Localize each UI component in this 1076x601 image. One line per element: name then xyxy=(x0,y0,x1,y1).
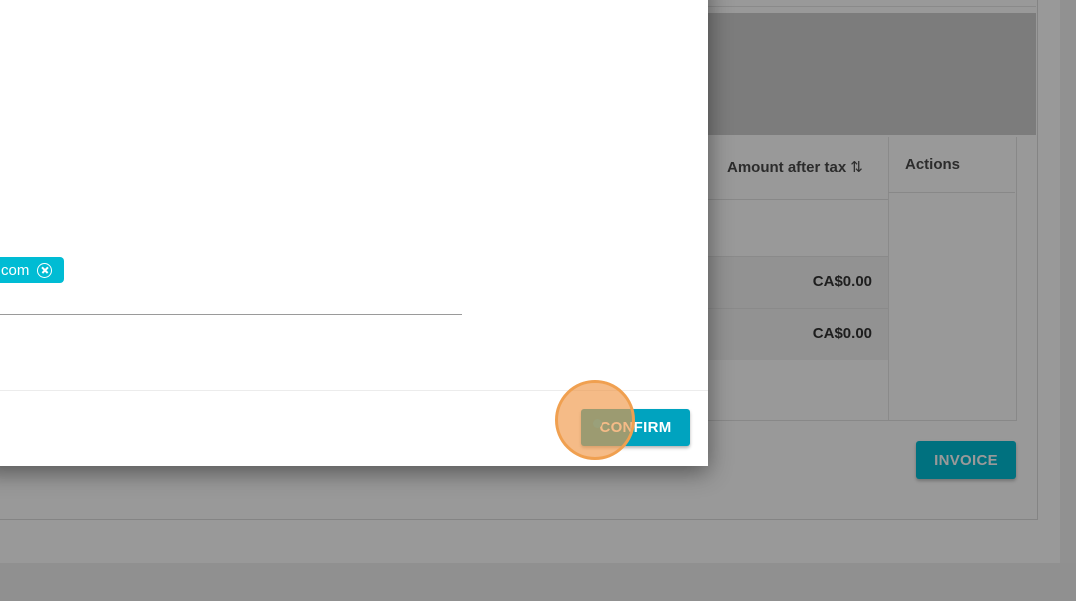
email-chip[interactable]: com xyxy=(0,257,64,283)
email-field[interactable] xyxy=(0,314,462,315)
email-chip-label: com xyxy=(1,261,30,279)
cursor-dot xyxy=(593,419,602,428)
close-circle-icon[interactable] xyxy=(37,262,53,278)
